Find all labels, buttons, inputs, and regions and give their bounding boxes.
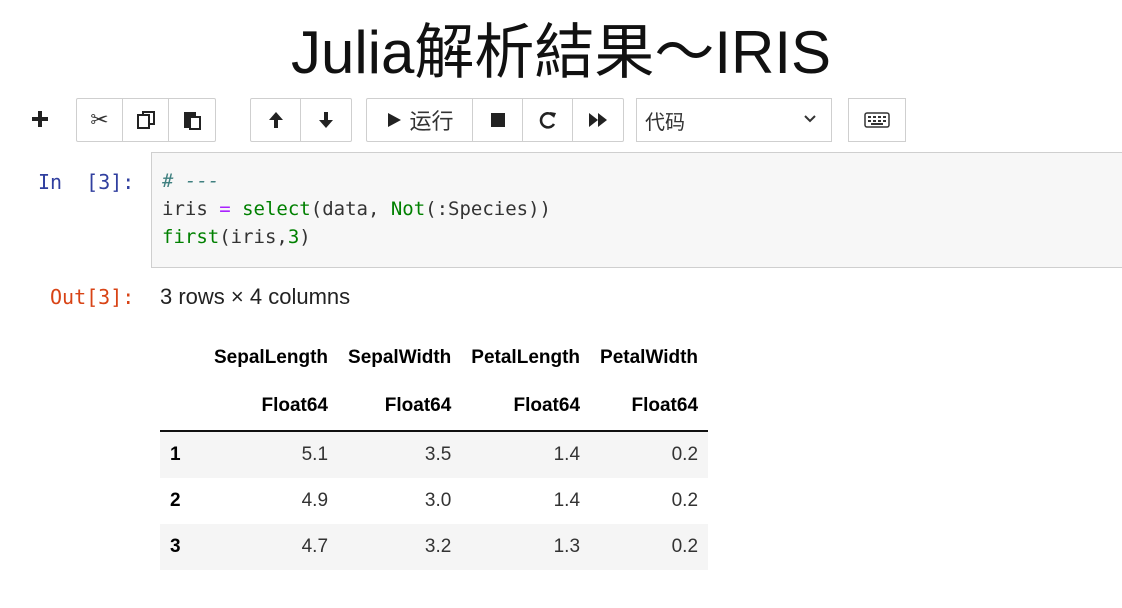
table-cell: 3.2 [338, 524, 462, 570]
row-index: 3 [160, 524, 204, 570]
table-row: 1 5.1 3.5 1.4 0.2 [160, 431, 709, 478]
column-header: SepalLength [214, 347, 329, 368]
column-header: SepalWidth [348, 347, 452, 368]
move-down-button[interactable] [301, 99, 351, 141]
paste-icon [184, 112, 201, 130]
column-header: PetalLength [471, 347, 581, 368]
table-cell: 0.2 [590, 431, 709, 478]
column-type: Float64 [461, 382, 591, 432]
table-cell: 3.0 [338, 478, 462, 524]
plus-icon [32, 111, 48, 127]
input-prompt: In [3]: [38, 170, 135, 194]
restart-run-all-button[interactable] [573, 99, 623, 141]
code-editor[interactable]: # --- iris = select(data, Not(:Species))… [151, 152, 1122, 268]
chevron-down-icon [804, 115, 816, 123]
type-row: Float64 Float64 Float64 Float64 [160, 382, 709, 432]
table-cell: 1.4 [461, 431, 591, 478]
copy-icon [136, 111, 155, 129]
column-header: PetalWidth [600, 347, 699, 368]
table-row: 3 4.7 3.2 1.3 0.2 [160, 524, 709, 570]
table-cell: 4.7 [204, 524, 339, 570]
scissors-icon: ✂ [90, 107, 109, 133]
restart-button[interactable] [523, 99, 573, 141]
table-cell: 0.2 [590, 524, 709, 570]
keyboard-icon [864, 112, 890, 128]
table-cell: 3.5 [338, 431, 462, 478]
refresh-icon [539, 112, 556, 129]
row-index: 1 [160, 431, 204, 478]
play-icon [388, 113, 402, 127]
table-row: 2 4.9 3.0 1.4 0.2 [160, 478, 709, 524]
copy-button[interactable] [123, 99, 169, 141]
arrow-up-icon [268, 112, 283, 128]
stop-icon [490, 113, 505, 127]
code-line-2: iris = select(data, Not(:Species)) [162, 198, 551, 220]
index-header [160, 382, 204, 432]
run-group: 运行 [366, 98, 624, 142]
column-type: Float64 [204, 382, 339, 432]
table-cell: 1.4 [461, 478, 591, 524]
index-header [160, 334, 204, 382]
column-type: Float64 [338, 382, 462, 432]
column-type: Float64 [590, 382, 709, 432]
output-prompt: Out[3]: [50, 285, 135, 309]
code-line-1: # --- [162, 170, 220, 192]
slide-title: Julia解析結果～IRIS [290, 19, 832, 86]
command-palette-button[interactable] [848, 98, 906, 142]
cut-button[interactable]: ✂ [77, 99, 123, 141]
insert-group [22, 98, 58, 142]
code-line-3: first(iris,3) [162, 226, 311, 248]
table-cell: 5.1 [204, 431, 339, 478]
notebook-toolbar: ✂ 运行 代码 [0, 98, 1122, 144]
dataframe-summary: 3 rows × 4 columns [160, 284, 351, 309]
row-index: 2 [160, 478, 204, 524]
interrupt-button[interactable] [473, 99, 523, 141]
move-group [250, 98, 352, 142]
cell-type-value: 代码 [645, 109, 685, 134]
table-cell: 1.3 [461, 524, 591, 570]
table-cell: 4.9 [204, 478, 339, 524]
header-row: SepalLength SepalWidth PetalLength Petal… [160, 334, 708, 382]
arrow-down-icon [319, 112, 333, 128]
cell-type-select[interactable]: 代码 [636, 98, 832, 142]
move-up-button[interactable] [251, 99, 301, 141]
table-cell: 0.2 [590, 478, 709, 524]
fast-forward-icon [589, 113, 607, 127]
dataframe-table: SepalLength SepalWidth PetalLength Petal… [160, 334, 709, 570]
run-label: 运行 [409, 110, 454, 135]
edit-group: ✂ [76, 98, 216, 142]
run-button[interactable]: 运行 [367, 99, 473, 141]
paste-button[interactable] [169, 99, 215, 141]
insert-cell-button[interactable] [22, 98, 58, 140]
